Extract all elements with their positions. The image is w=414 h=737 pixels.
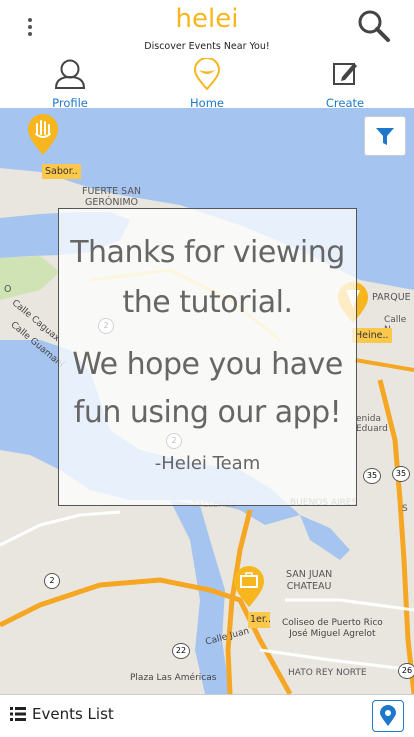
event-marker-label: 1er.. [248,612,271,628]
app-logo: helei [175,4,239,34]
bottom-bar: Events List [0,694,414,737]
edit-icon [333,63,357,85]
filter-icon [376,128,394,145]
home-pin-icon [193,57,221,91]
app-header: helei Discover Events Near You! Profile … [0,0,414,110]
map-label-plaza: Plaza Las Américas [130,673,217,683]
map-label-hato-rey: HATO REY NORTE [288,668,367,678]
nav-create[interactable]: Create [305,58,385,110]
my-location-button[interactable] [372,700,404,732]
profile-icon [54,59,86,89]
tutorial-line-3: We hope you have [72,347,343,382]
search-icon[interactable] [355,8,393,44]
map-label-o: O [4,284,12,295]
location-pin-icon [380,705,396,726]
event-marker-label: Heine.. [352,328,392,343]
map-label-avenida: enida Eduard [356,414,388,434]
route-shield: 2 [44,573,60,589]
map-label-s: S [402,504,408,514]
tutorial-line-4: fun using our app! [73,395,342,430]
app-tagline: Discover Events Near You! [144,41,270,52]
route-shield: 22 [172,643,190,659]
tutorial-line-1: Thanks for viewing [70,235,345,270]
events-list-button[interactable]: Events List [10,705,114,723]
briefcase-icon [234,566,264,607]
route-shield: 26 [398,663,414,679]
map-label-parque: PARQUE [372,292,411,303]
route-shield: 35 [392,466,410,482]
event-marker-sabor[interactable]: Sabor.. [26,112,81,184]
event-marker-label: Sabor.. [42,164,81,179]
map-label-fuerte: FUERTE SAN GERÓNIMO [82,186,141,208]
filter-button[interactable] [364,116,406,156]
map-label-san-juan-chateau: SAN JUAN CHATEAU [286,569,333,592]
nav-home[interactable]: Home [167,57,247,110]
hand-icon [28,114,58,155]
tutorial-overlay[interactable]: Thanks for viewing the tutorial. We hope… [58,208,357,506]
map-label-coliseo: Coliseo de Puerto Rico José Miguel Agrelo… [282,618,383,639]
nav-profile[interactable]: Profile [30,58,110,110]
events-list-label: Events List [32,705,114,723]
tutorial-line-2: the tutorial. [122,285,293,320]
event-marker-briefcase[interactable]: 1er.. [232,564,272,646]
route-shield: 35 [363,468,381,484]
tutorial-signature: -Helei Team [154,453,261,474]
list-icon [10,707,26,721]
